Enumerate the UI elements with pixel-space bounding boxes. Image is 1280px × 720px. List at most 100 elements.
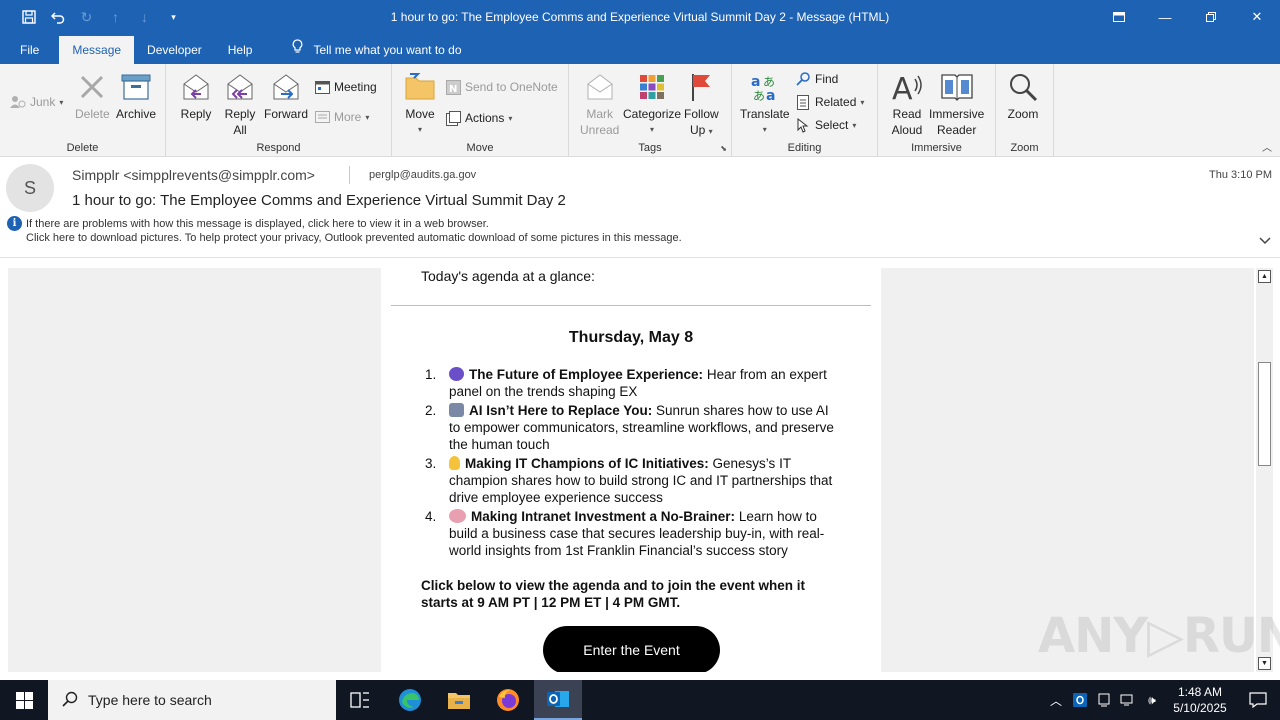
magnifier-icon — [1006, 70, 1040, 104]
info-bar-pictures[interactable]: Click here to download pictures. To help… — [26, 232, 682, 244]
more-respond-button[interactable]: More ▾ — [314, 109, 369, 125]
meeting-icon — [314, 79, 330, 95]
tab-help[interactable]: Help — [215, 36, 266, 64]
quick-access-toolbar: ↻ ↑ ↓ ▾ — [0, 0, 188, 34]
mark-unread-label-1: Mark — [586, 107, 614, 121]
tab-developer[interactable]: Developer — [134, 36, 215, 64]
lightbulb-icon — [292, 36, 303, 64]
task-view-icon[interactable] — [336, 680, 384, 720]
reply-all-button[interactable]: Reply All — [223, 70, 257, 138]
forward-button[interactable]: Forward — [264, 70, 308, 122]
message-subject: 1 hour to go: The Employee Comms and Exp… — [72, 192, 566, 209]
next-item-icon[interactable]: ↓ — [130, 0, 159, 34]
enter-event-button[interactable]: Enter the Event — [543, 626, 720, 672]
send-to-onenote-button[interactable]: N Send to OneNote — [445, 79, 558, 95]
junk-label: Junk — [30, 95, 56, 109]
list-item: 4. Making Intranet Investment a No-Brain… — [421, 508, 841, 559]
undo-icon[interactable] — [43, 0, 72, 34]
forward-icon — [269, 70, 303, 104]
tags-group: Mark Unread Categorize ▾ Follow Up ▾ Tag… — [569, 64, 732, 157]
junk-button[interactable]: Junk ▾ — [10, 94, 63, 110]
cursor-select-icon — [795, 117, 811, 133]
translate-label: Translate — [740, 107, 790, 121]
follow-up-label-1: Follow — [684, 107, 719, 121]
ribbon: Junk ▾ Delete Archive Delete Reply Reply… — [0, 64, 1280, 157]
tell-me-box[interactable]: Tell me what you want to do — [265, 36, 474, 64]
file-explorer-icon[interactable] — [435, 680, 483, 720]
zoom-button[interactable]: Zoom — [1006, 70, 1040, 122]
reply-icon — [179, 70, 213, 104]
save-icon[interactable] — [14, 0, 43, 34]
recipient[interactable]: perglp@audits.ga.gov — [369, 169, 476, 181]
find-button[interactable]: Find — [795, 71, 838, 87]
delete-button[interactable]: Delete — [75, 70, 110, 122]
sender[interactable]: Simpplr <simpplrevents@simpplr.com> — [72, 167, 315, 183]
archive-button[interactable]: Archive — [116, 70, 156, 122]
respond-group: Reply Reply All Forward Meeting More ▾ R… — [166, 64, 392, 157]
move-button[interactable]: Move ▾ — [403, 70, 437, 138]
redo-icon[interactable]: ↻ — [72, 0, 101, 34]
close-icon[interactable]: ✕ — [1234, 0, 1280, 34]
list-number: 3. — [425, 456, 437, 471]
mark-unread-icon — [583, 70, 617, 104]
list-item: 1. The Future of Employee Experience: He… — [421, 366, 841, 400]
tab-message[interactable]: Message — [59, 36, 135, 64]
clock[interactable]: 1:48 AM 5/10/2025 — [1164, 684, 1236, 716]
customize-qat-icon[interactable]: ▾ — [159, 0, 188, 34]
chevron-down-icon: ▾ — [860, 97, 865, 107]
select-button[interactable]: Select ▾ — [795, 117, 856, 133]
tab-file[interactable]: File — [0, 36, 59, 64]
follow-up-button[interactable]: Follow Up ▾ — [684, 70, 719, 140]
actions-icon — [445, 110, 461, 126]
info-bar-browser[interactable]: i If there are problems with how this me… — [7, 216, 489, 231]
actions-button[interactable]: Actions ▾ — [445, 110, 512, 126]
editing-group-label: Editing — [787, 142, 822, 154]
read-aloud-icon: A — [890, 70, 924, 104]
chevron-down-icon[interactable] — [1259, 234, 1271, 248]
agenda-item-title: Making Intranet Investment a No-Brainer: — [471, 509, 736, 524]
translate-icon: aああa — [748, 70, 782, 104]
immersive-reader-icon — [940, 70, 974, 104]
network-icon[interactable] — [1116, 680, 1140, 720]
scroll-up-icon[interactable]: ▲ — [1258, 270, 1271, 283]
dialog-launcher-icon[interactable]: ⬊ — [720, 144, 727, 153]
reply-button[interactable]: Reply — [179, 70, 213, 122]
read-aloud-button[interactable]: A Read Aloud — [890, 70, 924, 138]
mark-unread-button[interactable]: Mark Unread — [580, 70, 619, 138]
related-button[interactable]: Related ▾ — [795, 94, 864, 110]
device-icon[interactable] — [1092, 680, 1116, 720]
categorize-button[interactable]: Categorize ▾ — [623, 70, 681, 138]
outlook-icon[interactable] — [534, 680, 582, 720]
chevron-down-icon: ▾ — [508, 113, 513, 123]
reply-all-label-2: All — [233, 123, 247, 137]
list-item: 3. Making IT Champions of IC Initiatives… — [421, 455, 841, 506]
agenda-item-title: The Future of Employee Experience: — [469, 367, 704, 382]
chevron-down-icon: ▾ — [852, 120, 857, 130]
firefox-icon[interactable] — [484, 680, 532, 720]
chevron-up-icon[interactable]: ︿ — [1044, 680, 1068, 720]
scroll-thumb[interactable] — [1258, 362, 1271, 466]
taskbar-search[interactable]: Type here to search — [48, 680, 336, 720]
collapse-ribbon-icon[interactable]: ︿ — [1262, 139, 1272, 154]
immersive-reader-button[interactable]: Immersive Reader — [929, 70, 984, 138]
maximize-icon[interactable] — [1188, 0, 1234, 34]
chevron-down-icon: ▾ — [365, 112, 370, 122]
windows-start-icon[interactable] — [0, 680, 48, 720]
notification-icon[interactable] — [1236, 680, 1280, 720]
chevron-down-icon: ▾ — [59, 97, 64, 107]
translate-button[interactable]: aああa Translate ▾ — [740, 70, 790, 138]
editing-group: aああa Translate ▾ Find Related ▾ Select ▾… — [732, 64, 878, 157]
ribbon-tabs: File Message Developer Help Tell me what… — [0, 34, 1280, 64]
edge-browser-icon[interactable] — [386, 680, 434, 720]
list-number: 1. — [425, 367, 437, 382]
ribbon-display-options-icon[interactable] — [1096, 0, 1142, 34]
meeting-button[interactable]: Meeting — [314, 79, 377, 95]
reply-all-label-1: Reply — [224, 107, 256, 121]
chevron-down-icon: ▾ — [417, 125, 422, 134]
volume-icon[interactable]: 🕪 — [1140, 680, 1164, 720]
flag-icon — [684, 70, 718, 104]
move-label: Move — [405, 107, 435, 121]
minimize-icon[interactable]: — — [1142, 0, 1188, 34]
previous-item-icon[interactable]: ↑ — [101, 0, 130, 34]
outlook-tray-icon[interactable] — [1068, 680, 1092, 720]
